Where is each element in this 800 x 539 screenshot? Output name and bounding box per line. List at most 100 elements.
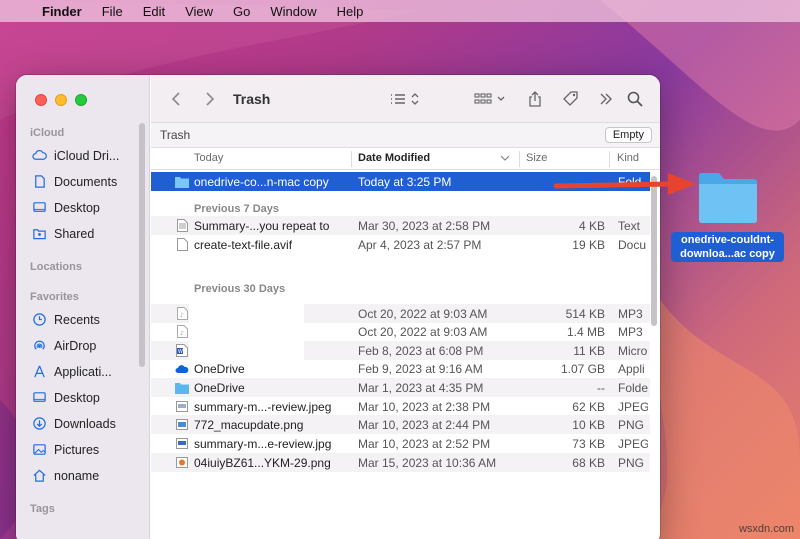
list-view-icon <box>391 93 419 105</box>
file-size: -- <box>597 380 605 395</box>
menu-go[interactable]: Go <box>233 4 250 19</box>
sidebar-scrollbar[interactable] <box>139 123 145 367</box>
share-icon <box>529 91 541 107</box>
sidebar-item-label: Shared <box>54 226 95 241</box>
list-item[interactable]: 772_macupdate.png Mar 10, 2023 at 2:44 P… <box>151 415 650 434</box>
share-button[interactable] <box>525 89 545 109</box>
sidebar-item-label: Applicati... <box>54 364 112 379</box>
menu-help[interactable]: Help <box>337 4 364 19</box>
tag-button[interactable] <box>559 89 583 109</box>
sidebar-item-desktop-fav[interactable]: Desktop <box>32 390 100 405</box>
file-date: Mar 10, 2023 at 2:44 PM <box>358 417 491 432</box>
menu-finder[interactable]: Finder <box>42 4 82 19</box>
desktop-folder-label-line: downloa...ac copy <box>680 248 775 260</box>
more-toolbar-button[interactable] <box>597 89 615 109</box>
menu-edit[interactable]: Edit <box>143 4 165 19</box>
file-kind: Docu <box>618 237 647 252</box>
sidebar-item-label: noname <box>54 468 100 483</box>
file-size: 19 KB <box>572 237 605 252</box>
sidebar-item-airdrop[interactable]: AirDrop <box>32 338 96 353</box>
column-size[interactable]: Size <box>526 152 547 164</box>
sidebar-item-shared[interactable]: Shared <box>32 226 94 241</box>
file-size: 1.4 MB <box>566 324 605 339</box>
image-file-icon <box>175 418 189 432</box>
image-file-icon <box>175 400 189 414</box>
audio-file-icon: ♪ <box>175 307 189 321</box>
pictures-icon <box>32 442 47 457</box>
menu-file[interactable]: File <box>102 4 123 19</box>
list-item[interactable]: Summary-...you repeat to Mar 30, 2023 at… <box>151 216 650 235</box>
svg-text:♪: ♪ <box>180 312 184 319</box>
file-size: 514 KB <box>565 306 605 321</box>
image-file-icon <box>175 456 189 470</box>
search-button[interactable] <box>625 89 645 109</box>
empty-trash-button[interactable]: Empty <box>604 127 652 143</box>
file-kind: JPEG <box>618 399 648 414</box>
document-icon <box>32 174 47 189</box>
file-size: 62 KB <box>572 399 605 414</box>
sidebar-section-locations: Locations <box>30 261 82 273</box>
toolbar: Trash <box>151 75 660 123</box>
sidebar-item-pictures[interactable]: Pictures <box>32 442 99 457</box>
zoom-window-button[interactable] <box>75 94 87 106</box>
minimize-window-button[interactable] <box>55 94 67 106</box>
file-kind: PNG <box>618 455 645 470</box>
view-mode-button[interactable] <box>389 89 425 109</box>
menu-view[interactable]: View <box>185 4 213 19</box>
sidebar-item-downloads[interactable]: Downloads <box>32 416 116 431</box>
sidebar-item-home[interactable]: noname <box>32 468 99 483</box>
folder-icon <box>175 175 189 189</box>
file-kind: Appli <box>618 361 645 376</box>
trash-bar: Trash Empty <box>151 123 660 148</box>
list-item[interactable]: OneDrive Feb 9, 2023 at 9:16 AM 1.07 GB … <box>151 359 650 378</box>
file-date: Apr 4, 2023 at 2:57 PM <box>358 237 482 252</box>
file-size: 4 KB <box>578 218 605 233</box>
list-item[interactable]: W Feb 8, 2023 at 6:08 PM 11 KB Micro <box>151 341 650 360</box>
list-item[interactable]: ♪ Oct 20, 2022 at 9:03 AM 1.4 MB MP3 <box>151 322 650 341</box>
column-separator[interactable] <box>519 151 520 167</box>
desktop-folder-icon[interactable] <box>697 170 759 226</box>
list-item[interactable]: summary-m...e-review.jpg Mar 10, 2023 at… <box>151 434 650 453</box>
list-item[interactable]: 04iuiyBZ61...YKM-29.png Mar 15, 2023 at … <box>151 453 650 472</box>
sidebar-item-recents[interactable]: Recents <box>32 312 100 327</box>
sidebar-item-label: iCloud Dri... <box>54 148 120 163</box>
file-name: summary-m...-review.jpeg <box>194 399 332 414</box>
group-button[interactable] <box>473 89 509 109</box>
list-item[interactable]: ♪ Oct 20, 2022 at 9:03 AM 514 KB MP3 <box>151 304 650 323</box>
sidebar-item-label: AirDrop <box>54 338 97 353</box>
menu-window[interactable]: Window <box>270 4 316 19</box>
sidebar-item-icloud-drive[interactable]: iCloud Dri... <box>32 148 119 163</box>
column-kind[interactable]: Kind <box>617 152 639 164</box>
column-separator[interactable] <box>609 151 610 167</box>
column-name[interactable]: Today <box>194 152 223 164</box>
file-date: Mar 15, 2023 at 10:36 AM <box>358 455 497 470</box>
list-item[interactable]: summary-m...-review.jpeg Mar 10, 2023 at… <box>151 397 650 416</box>
word-doc-icon: W <box>175 344 189 358</box>
audio-file-icon: ♪ <box>175 325 189 339</box>
file-list: onedrive-co...n-mac copy Today at 3:25 P… <box>151 170 660 539</box>
list-item[interactable]: create-text-file.avif Apr 4, 2023 at 2:5… <box>151 235 650 254</box>
sidebar-item-desktop[interactable]: Desktop <box>32 200 100 215</box>
forward-button[interactable] <box>201 89 219 109</box>
tag-icon <box>563 91 578 106</box>
back-button[interactable] <box>167 89 185 109</box>
sidebar-item-label: Downloads <box>54 416 116 431</box>
file-date: Feb 8, 2023 at 6:08 PM <box>358 343 484 358</box>
sidebar-item-label: Pictures <box>54 442 100 457</box>
sidebar-section-tags: Tags <box>30 503 55 515</box>
list-item[interactable]: OneDrive Mar 1, 2023 at 4:35 PM -- Folde <box>151 378 650 397</box>
sidebar-item-documents[interactable]: Documents <box>32 174 117 189</box>
close-window-button[interactable] <box>35 94 47 106</box>
search-icon <box>627 91 643 107</box>
sidebar: iCloud iCloud Dri... Documents Desktop S… <box>16 75 150 539</box>
file-name: Summary-...you repeat to <box>194 218 330 233</box>
file-size: 73 KB <box>572 436 605 451</box>
desktop-folder-label-line: onedrive-couldnt- <box>681 234 774 246</box>
column-separator[interactable] <box>351 151 352 167</box>
menu-bar: Finder File Edit View Go Window Help <box>0 0 800 22</box>
sidebar-item-applications[interactable]: Applicati... <box>32 364 112 379</box>
airdrop-icon <box>32 338 47 353</box>
sidebar-item-label: Documents <box>54 174 118 189</box>
column-date-modified[interactable]: Date Modified <box>358 152 430 164</box>
desktop-folder-label[interactable]: onedrive-couldnt- downloa...ac copy <box>671 232 784 262</box>
